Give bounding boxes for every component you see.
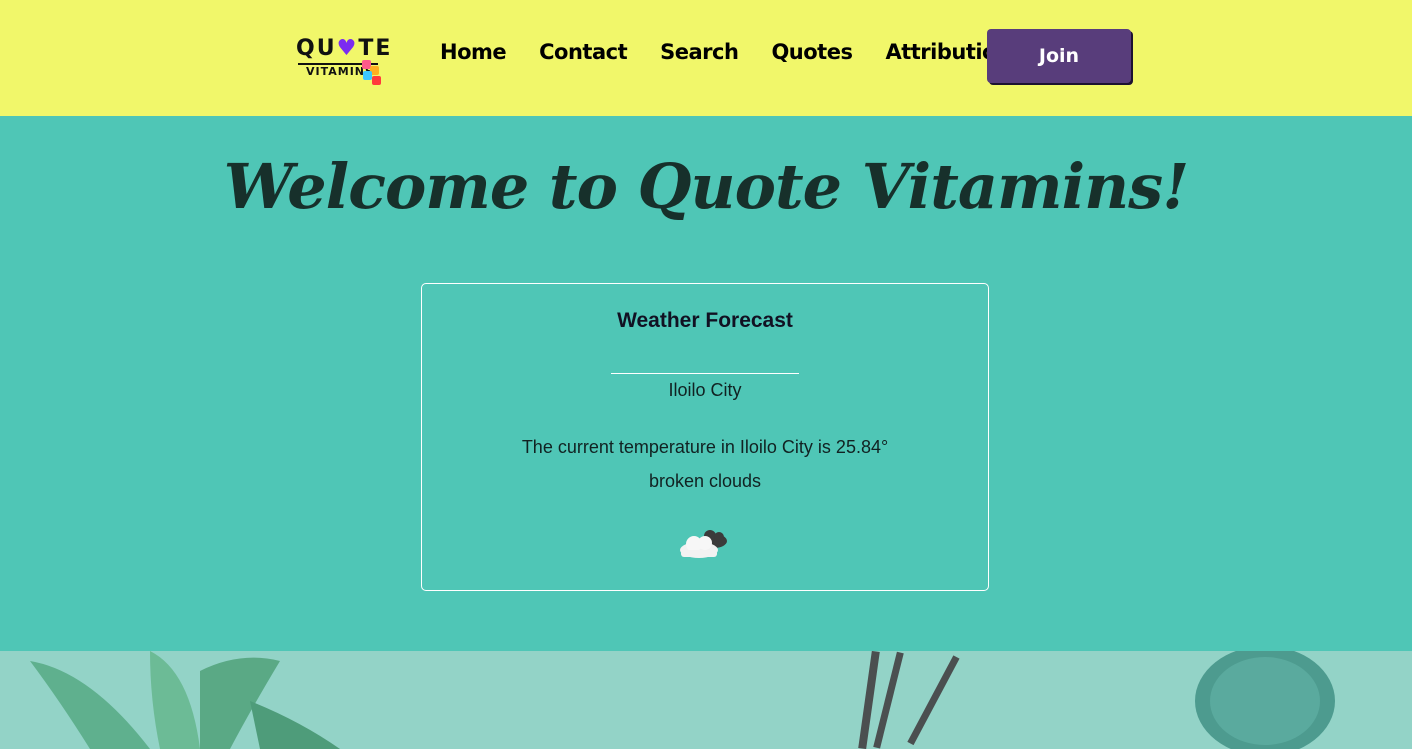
weather-card: Weather Forecast Iloilo City The current… (421, 283, 989, 591)
quote-vitamins-logo[interactable]: QU♥TE VITAMINS (296, 36, 390, 88)
heart-icon: ♥ (336, 36, 359, 61)
join-button[interactable]: Join (987, 29, 1131, 83)
main-nav: Home Contact Search Quotes Attributions (440, 40, 1023, 64)
divider (611, 373, 799, 374)
weather-heading: Weather Forecast (617, 309, 793, 332)
weather-description: broken clouds (648, 471, 762, 491)
plant-background-image (0, 651, 1412, 749)
nav-link-contact[interactable]: Contact (539, 40, 628, 64)
top-nav-bar: QU♥TE VITAMINS Home Contact Search Quote… (0, 0, 1412, 116)
broken-clouds-icon (680, 530, 727, 558)
weather-city: Iloilo City (668, 380, 742, 400)
plants-photo (30, 651, 1335, 749)
nav-link-home[interactable]: Home (440, 40, 507, 64)
nav-link-quotes[interactable]: Quotes (771, 40, 853, 64)
page-title: Welcome to Quote Vitamins! (223, 150, 1190, 223)
pill-icon (360, 58, 382, 86)
nav-link-search[interactable]: Search (660, 40, 739, 64)
weather-temperature: The current temperature in Iloilo City i… (521, 437, 889, 457)
